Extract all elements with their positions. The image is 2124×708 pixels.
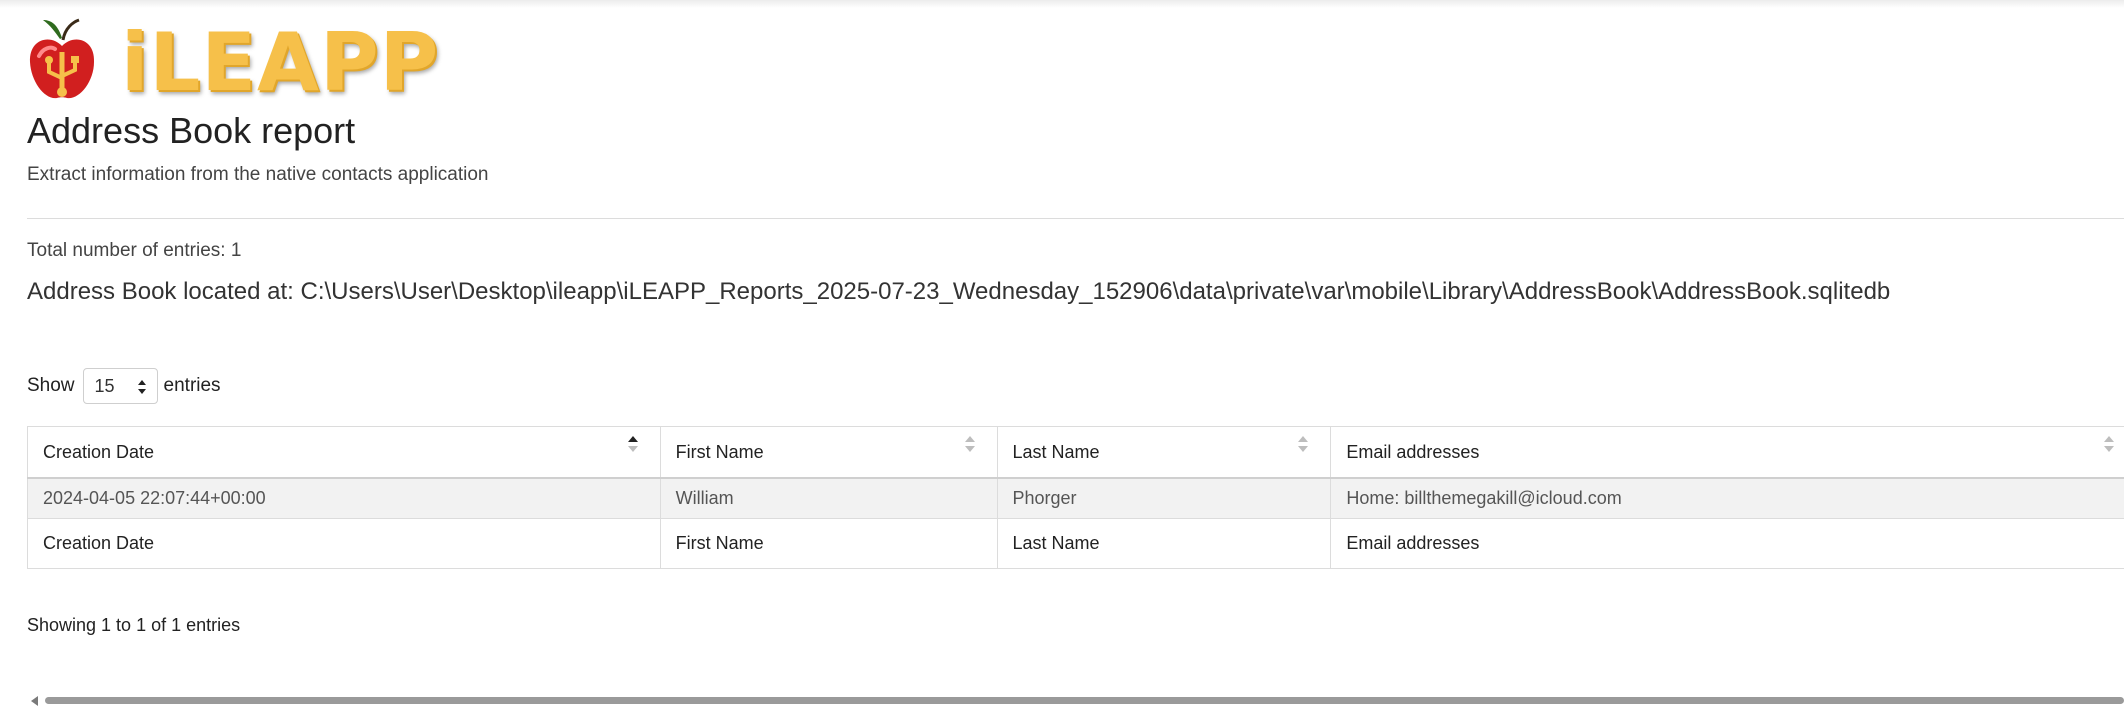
- footer-last-name: Last Name: [996, 518, 1332, 569]
- horizontal-scrollbar[interactable]: [45, 697, 2124, 704]
- footer-email-addresses: Email addresses: [1330, 518, 2124, 569]
- table-info: Showing 1 to 1 of 1 entries: [27, 615, 241, 635]
- sort-arrows-icon: [1298, 436, 1309, 452]
- footer-creation-date: Creation Date: [27, 518, 661, 569]
- address-book-table: Creation Date First Name Last Name Email…: [27, 426, 2124, 569]
- table-header-row: Creation Date First Name Last Name Email…: [27, 426, 2124, 479]
- sort-arrows-icon: [2104, 436, 2114, 452]
- column-header-first-name[interactable]: First Name: [659, 426, 998, 479]
- column-header-label: First Name: [675, 441, 764, 462]
- scroll-left-arrow-icon[interactable]: [31, 696, 39, 706]
- database-location: Address Book located at: C:\Users\User\D…: [27, 278, 1891, 305]
- column-header-creation-date[interactable]: Creation Date: [27, 426, 661, 479]
- select-caret-icon: [137, 380, 146, 394]
- table-footer-row: Creation Date First Name Last Name Email…: [27, 518, 2124, 569]
- ileapp-logo: iLEAPP: [27, 16, 438, 108]
- cell-email-addresses: Home: billthemegakill@icloud.com: [1330, 477, 2124, 519]
- apple-usb-icon: [29, 18, 95, 99]
- total-entries: Total number of entries: 1: [27, 240, 242, 261]
- page-title: Address Book report: [27, 110, 356, 151]
- cell-last-name: Phorger: [996, 477, 1332, 519]
- column-header-email-addresses[interactable]: Email addresses: [1330, 426, 2124, 479]
- cell-first-name: William: [659, 477, 998, 519]
- entries-label: entries: [163, 375, 221, 396]
- page-subtitle: Extract information from the native cont…: [27, 164, 489, 185]
- divider: [27, 218, 2124, 219]
- column-header-label: Last Name: [1012, 441, 1100, 462]
- footer-first-name: First Name: [659, 518, 998, 569]
- column-header-label: Creation Date: [43, 441, 155, 462]
- page-length-value: 15: [94, 375, 115, 396]
- column-header-label: Email addresses: [1346, 441, 1480, 462]
- page-length-select[interactable]: 15: [82, 368, 158, 404]
- sort-arrows-icon: [964, 436, 975, 452]
- table-row: 2024-04-05 22:07:44+00:00 William Phorge…: [27, 477, 2124, 519]
- logo-text: iLEAPP: [121, 16, 440, 109]
- sort-ascending-icon: [627, 436, 638, 452]
- page-length-control: Show 15 entries: [27, 367, 221, 405]
- column-header-last-name[interactable]: Last Name: [996, 426, 1332, 479]
- top-shadow: [0, 0, 2124, 8]
- show-label: Show: [27, 375, 75, 396]
- cell-creation-date: 2024-04-05 22:07:44+00:00: [27, 477, 661, 519]
